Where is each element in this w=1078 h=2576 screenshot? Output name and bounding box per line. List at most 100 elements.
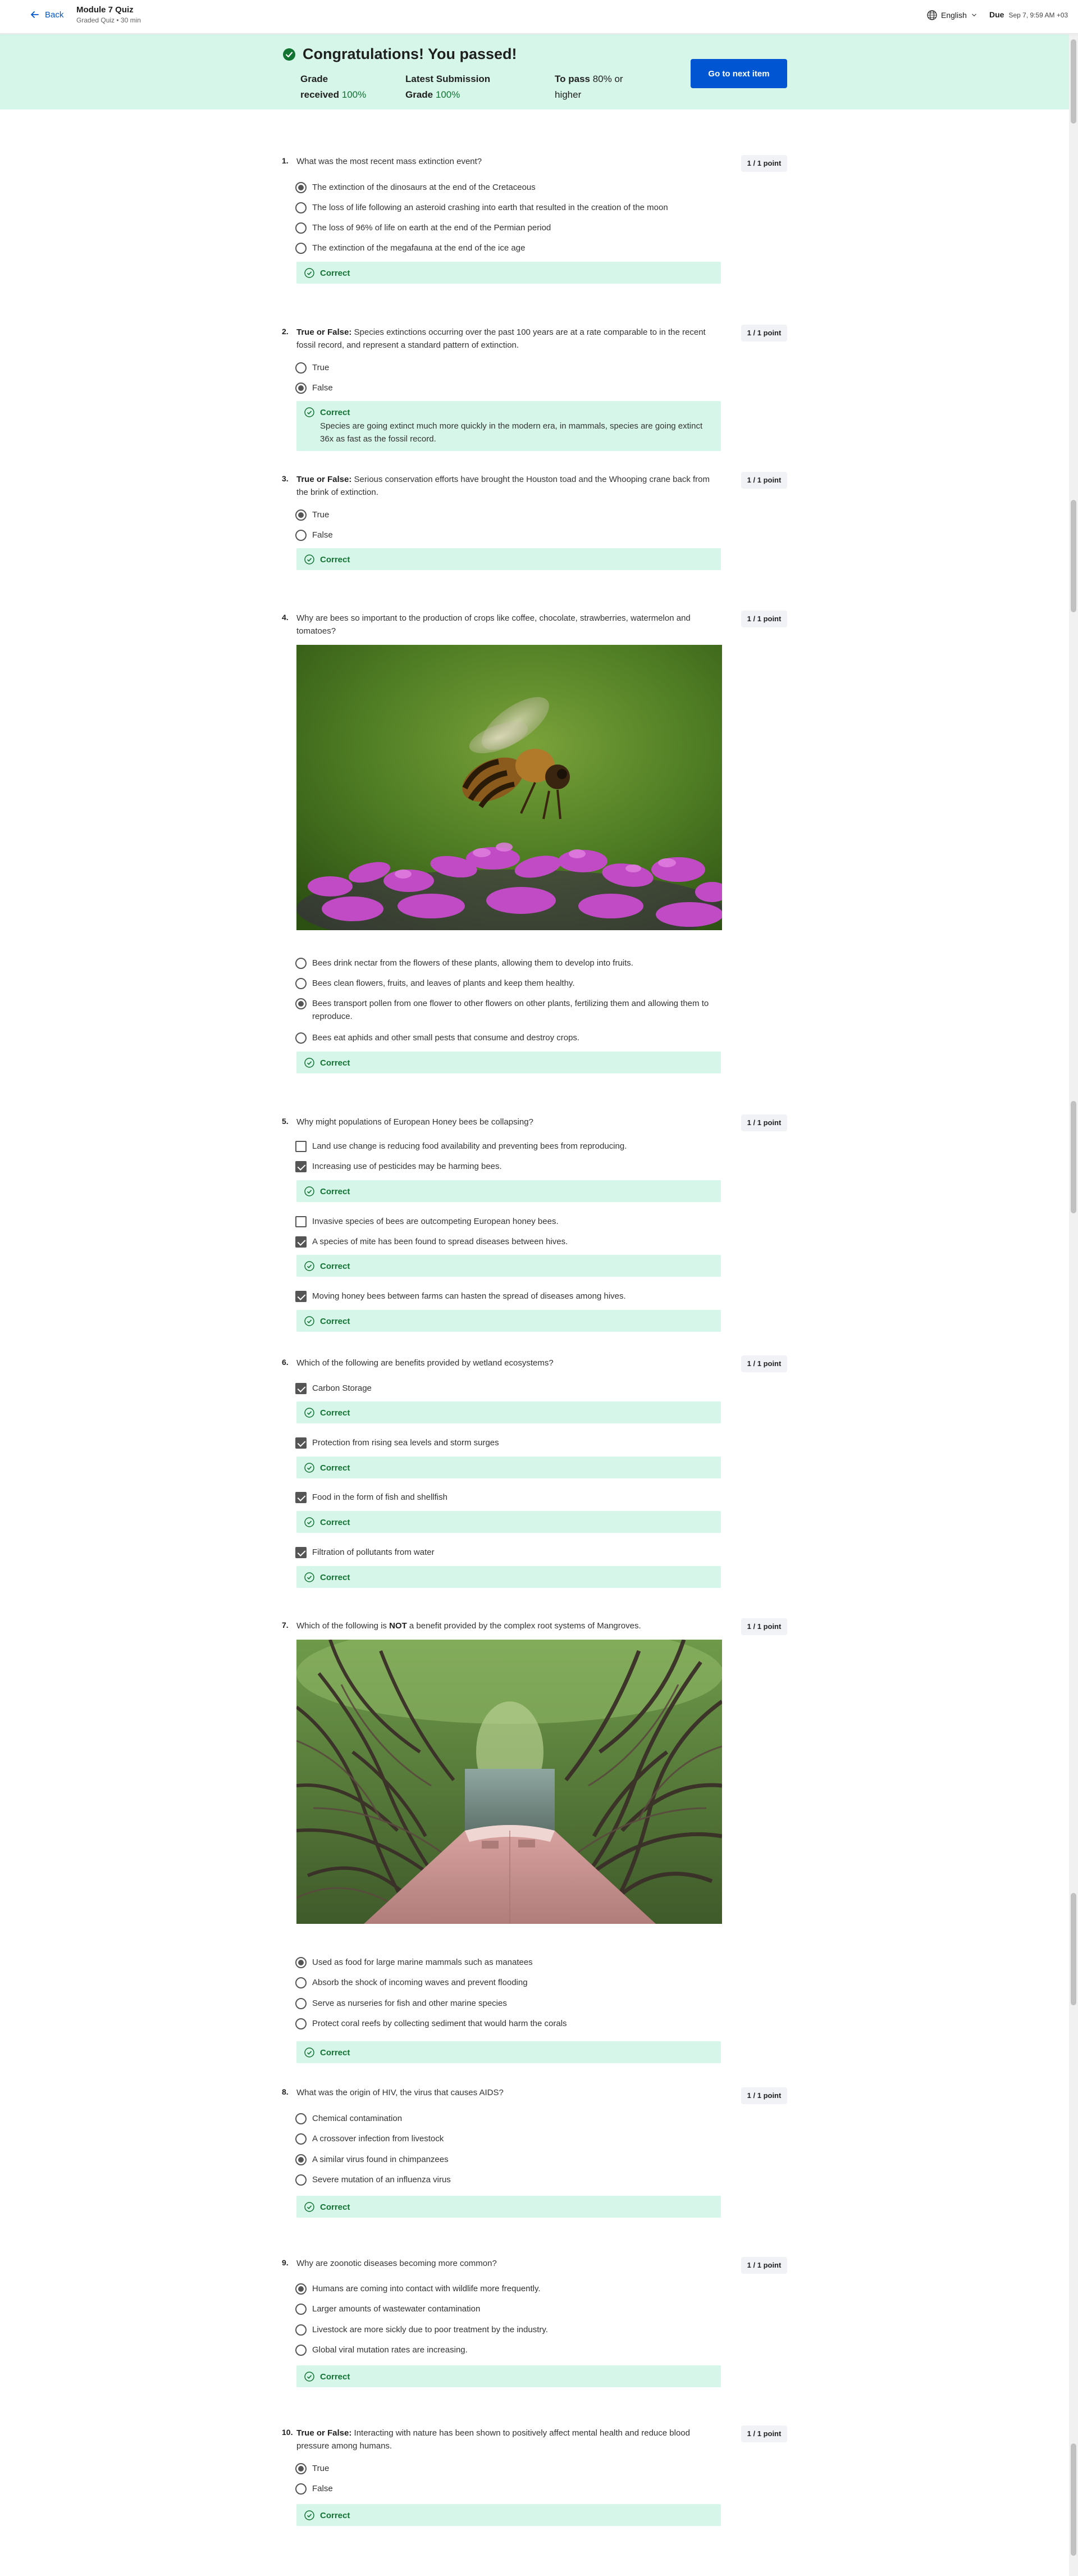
option[interactable]: The loss of life following an asteroid c… (295, 201, 728, 214)
option[interactable]: True (295, 361, 728, 374)
question-text: Which of the following are benefits prov… (296, 1358, 554, 1368)
radio-button[interactable] (295, 1977, 307, 1988)
radio-button[interactable] (295, 2345, 307, 2356)
back-button[interactable]: Back (29, 9, 63, 20)
option[interactable]: Food in the form of fish and shellfish (295, 1491, 728, 1504)
scrollbar-thumb[interactable] (1071, 1101, 1076, 1213)
radio-button[interactable] (295, 362, 307, 374)
radio-button[interactable] (295, 2113, 307, 2124)
radio-button-selected[interactable] (295, 998, 307, 1009)
option[interactable]: The extinction of the dinosaurs at the e… (295, 181, 728, 194)
question-body: Interacting with nature has been shown t… (296, 2428, 690, 2451)
option[interactable]: Bees drink nectar from the flowers of th… (295, 957, 728, 970)
feedback-label: Correct (320, 2510, 350, 2520)
option[interactable]: A crossover infection from livestock (295, 2132, 728, 2145)
radio-button[interactable] (295, 2483, 307, 2495)
option[interactable]: Chemical contamination (295, 2112, 728, 2125)
option[interactable]: Invasive species of bees are outcompetin… (295, 1215, 728, 1228)
check-circle-icon (304, 1463, 314, 1473)
points-badge: 1 / 1 point (741, 325, 787, 342)
checkbox-checked[interactable] (295, 1236, 307, 1248)
radio-button[interactable] (295, 243, 307, 254)
check-circle-icon (304, 2510, 314, 2520)
feedback-label: Correct (320, 2372, 350, 2382)
radio-button-selected[interactable] (295, 383, 307, 394)
option-label: Absorb the shock of incoming waves and p… (312, 1978, 528, 1987)
radio-button-selected[interactable] (295, 2283, 307, 2295)
option[interactable]: Moving honey bees between farms can hast… (295, 1290, 728, 1303)
question-prefix: True or False: (296, 475, 352, 484)
radio-button[interactable] (295, 2133, 307, 2145)
radio-button[interactable] (295, 2304, 307, 2315)
scrollbar-track[interactable] (1069, 34, 1078, 2576)
checkbox-checked[interactable] (295, 1291, 307, 1302)
feedback-label: Correct (320, 2047, 350, 2058)
option[interactable]: Larger amounts of wastewater contaminati… (295, 2302, 728, 2315)
language-selector[interactable]: English (926, 10, 978, 21)
option[interactable]: A similar virus found in chimpanzees (295, 2153, 728, 2166)
question-number: 2. (282, 327, 289, 336)
checkbox-checked[interactable] (295, 1492, 307, 1503)
radio-button[interactable] (295, 2174, 307, 2186)
option[interactable]: Increasing use of pesticides may be harm… (295, 1160, 728, 1173)
radio-button[interactable] (295, 222, 307, 234)
go-to-next-item-button[interactable]: Go to next item (691, 59, 787, 88)
radio-button[interactable] (295, 202, 307, 213)
option[interactable]: Protect coral reefs by collecting sedime… (295, 2017, 728, 2030)
feedback-label: Correct (320, 1572, 350, 1582)
checkbox[interactable] (295, 1141, 307, 1152)
checkbox-checked[interactable] (295, 1547, 307, 1558)
radio-button-selected[interactable] (295, 2154, 307, 2165)
checkbox-checked[interactable] (295, 1437, 307, 1449)
checkbox-checked[interactable] (295, 1161, 307, 1172)
option[interactable]: Bees transport pollen from one flower to… (295, 997, 728, 1023)
scrollbar-thumb[interactable] (1071, 500, 1076, 612)
option[interactable]: False (295, 529, 728, 541)
option[interactable]: Used as food for large marine mammals su… (295, 1956, 728, 1969)
option[interactable]: Livestock are more sickly due to poor tr… (295, 2323, 728, 2336)
option-label: Protect coral reefs by collecting sedime… (312, 2019, 567, 2028)
option[interactable]: Humans are coming into contact with wild… (295, 2282, 728, 2295)
option-label: Bees clean flowers, fruits, and leaves o… (312, 978, 575, 988)
option[interactable]: False (295, 2482, 728, 2495)
scrollbar-thumb[interactable] (1071, 2443, 1076, 2556)
question-number: 1. (282, 156, 289, 165)
option[interactable]: Bees eat aphids and other small pests th… (295, 1031, 728, 1044)
option-label: The loss of life following an asteroid c… (312, 203, 668, 212)
option[interactable]: Global viral mutation rates are increasi… (295, 2343, 728, 2356)
radio-button[interactable] (295, 958, 307, 969)
radio-button-selected[interactable] (295, 509, 307, 521)
question-text: What was the most recent mass extinction… (296, 157, 482, 166)
option[interactable]: Bees clean flowers, fruits, and leaves o… (295, 977, 728, 990)
radio-button[interactable] (295, 2018, 307, 2029)
option[interactable]: False (295, 381, 728, 394)
pass-suffix: higher (555, 89, 582, 100)
grade-value: 100% (341, 89, 367, 100)
option[interactable]: The loss of 96% of life on earth at the … (295, 221, 728, 234)
option[interactable]: Severe mutation of an influenza virus (295, 2173, 728, 2186)
option[interactable]: True (295, 508, 728, 521)
option[interactable]: The extinction of the megafauna at the e… (295, 242, 728, 254)
radio-button[interactable] (295, 2324, 307, 2336)
option[interactable]: Protection from rising sea levels and st… (295, 1436, 728, 1449)
option[interactable]: Absorb the shock of incoming waves and p… (295, 1976, 728, 1989)
due-label: Due (989, 10, 1004, 19)
option[interactable]: True (295, 2462, 728, 2475)
option[interactable]: Land use change is reducing food availab… (295, 1140, 728, 1153)
checkbox-checked[interactable] (295, 1383, 307, 1394)
radio-button-selected[interactable] (295, 1957, 307, 1968)
radio-button[interactable] (295, 978, 307, 989)
option[interactable]: A species of mite has been found to spre… (295, 1235, 728, 1248)
option[interactable]: Serve as nurseries for fish and other ma… (295, 1997, 728, 2010)
scrollbar-thumb[interactable] (1071, 39, 1076, 124)
radio-button[interactable] (295, 530, 307, 541)
radio-button-selected[interactable] (295, 2463, 307, 2474)
option[interactable]: Carbon Storage (295, 1382, 728, 1395)
radio-button[interactable] (295, 1032, 307, 1044)
radio-button-selected[interactable] (295, 182, 307, 193)
feedback-correct: Correct (296, 1052, 721, 1073)
radio-button[interactable] (295, 1998, 307, 2009)
option[interactable]: Filtration of pollutants from water (295, 1546, 728, 1559)
scrollbar-thumb[interactable] (1071, 1893, 1076, 2005)
checkbox[interactable] (295, 1216, 307, 1227)
